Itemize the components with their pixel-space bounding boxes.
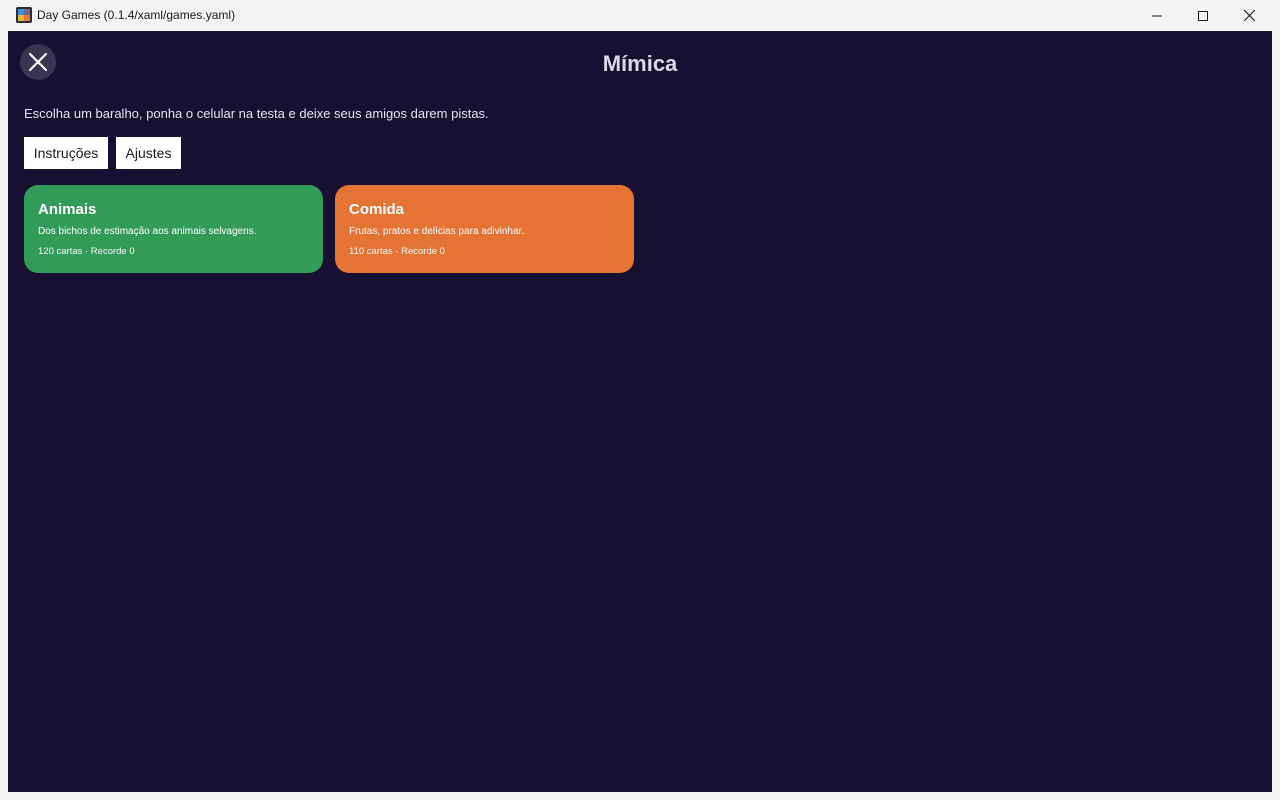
- deck-card-food[interactable]: Comida Frutas, pratos e delícias para ad…: [335, 185, 634, 273]
- deck-description: Frutas, pratos e delícias para adivinhar…: [349, 226, 525, 237]
- title-bar[interactable]: Day Games (0.1.4/xaml/games.yaml): [0, 0, 1280, 31]
- deck-card-animals[interactable]: Animais Dos bichos de estimação aos anim…: [24, 185, 323, 273]
- page-title: Mímica: [602, 51, 678, 76]
- instructions-button[interactable]: Instruções: [24, 137, 108, 169]
- app-window: Day Games (0.1.4/xaml/games.yaml) Mímica…: [0, 0, 1280, 800]
- deck-title: Comida: [349, 201, 405, 218]
- intro-text: Escolha um baralho, ponha o celular na t…: [24, 106, 489, 121]
- window-close-button[interactable]: [1226, 0, 1272, 31]
- app-grid-icon: [16, 7, 32, 23]
- window-close-icon: [1243, 10, 1255, 21]
- deck-description: Dos bichos de estimação aos animais selv…: [38, 226, 257, 237]
- maximize-button[interactable]: [1180, 0, 1226, 31]
- deck-meta: 120 cartas · Recorde 0: [38, 246, 135, 257]
- minimize-icon: [1152, 15, 1162, 16]
- window-title: Day Games (0.1.4/xaml/games.yaml): [37, 8, 236, 22]
- main-content: Mímica Escolha um baralho, ponha o celul…: [8, 31, 1272, 792]
- minimize-button[interactable]: [1134, 0, 1180, 31]
- maximize-icon: [1198, 10, 1208, 21]
- deck-title: Animais: [38, 201, 97, 218]
- settings-button[interactable]: Ajustes: [116, 137, 181, 169]
- deck-meta: 110 cartas · Recorde 0: [349, 246, 445, 257]
